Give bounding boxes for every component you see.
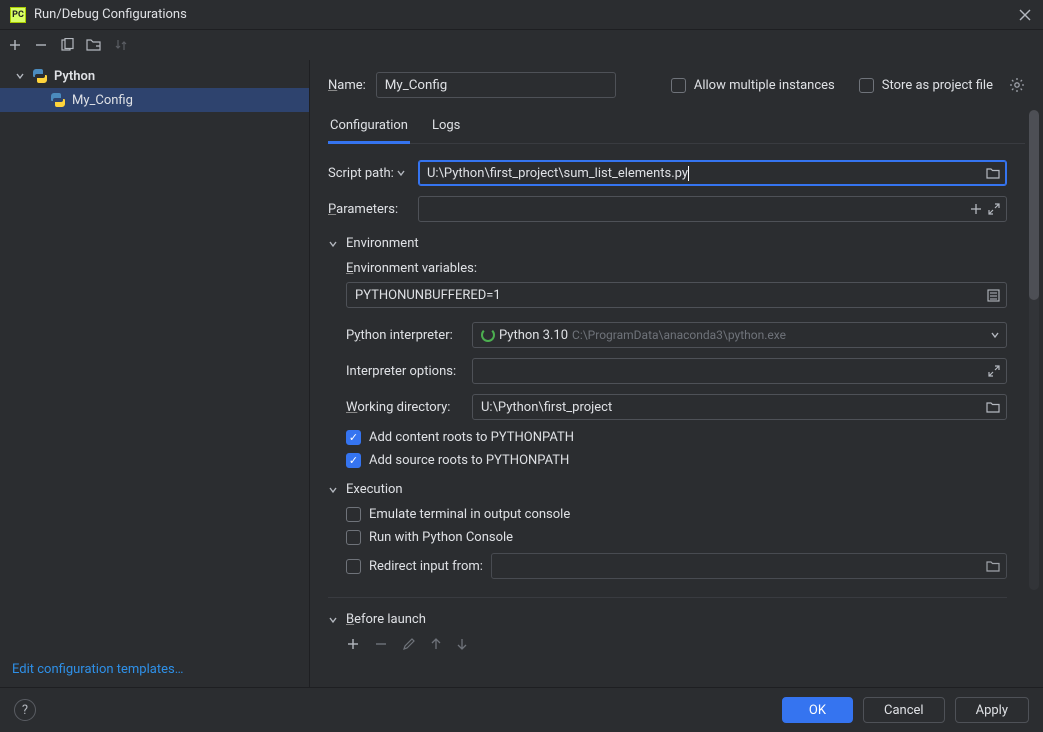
- ok-button[interactable]: OK: [782, 697, 853, 723]
- content-area: Name: Allow multiple instances Store as …: [310, 60, 1043, 687]
- window-title: Run/Debug Configurations: [34, 7, 187, 22]
- folder-icon[interactable]: [986, 560, 1000, 572]
- save-folder-icon[interactable]: [86, 38, 102, 52]
- checkbox-icon[interactable]: [346, 507, 361, 522]
- tree-item-label: My_Config: [72, 93, 133, 108]
- checkbox-icon[interactable]: [346, 530, 361, 545]
- tree-item-my-config[interactable]: My_Config: [0, 88, 309, 112]
- env-vars-label: Environment variables:: [346, 261, 1007, 276]
- tree-category-label: Python: [54, 69, 95, 84]
- add-icon[interactable]: [8, 38, 22, 52]
- close-icon[interactable]: [1017, 7, 1033, 23]
- interp-options-label: Interpreter options:: [346, 364, 472, 379]
- emulate-terminal-check[interactable]: Emulate terminal in output console: [346, 507, 1007, 522]
- redirect-input-check[interactable]: Redirect input from:: [346, 559, 483, 574]
- apply-button[interactable]: Apply: [955, 697, 1029, 723]
- folder-icon[interactable]: [986, 167, 1000, 179]
- env-vars-input[interactable]: PYTHONUNBUFFERED=1: [346, 282, 1007, 308]
- chevron-down-icon: [990, 330, 1000, 340]
- name-label: Name:: [328, 78, 366, 93]
- scrollbar-thumb[interactable]: [1029, 110, 1039, 300]
- run-python-console-check[interactable]: Run with Python Console: [346, 530, 1007, 545]
- python-icon: [32, 68, 48, 84]
- add-icon[interactable]: [346, 637, 360, 651]
- tabs: Configuration Logs: [328, 110, 1025, 144]
- separator: [328, 597, 1007, 598]
- sort-icon: [114, 38, 128, 52]
- python-interp-label: Python interpreter:: [346, 328, 472, 343]
- script-path-label: Script path:: [328, 166, 410, 181]
- gear-icon[interactable]: [1009, 77, 1025, 93]
- tab-logs[interactable]: Logs: [430, 110, 462, 143]
- allow-multiple-check[interactable]: Allow multiple instances: [671, 78, 835, 93]
- add-icon[interactable]: [970, 203, 982, 215]
- folder-icon[interactable]: [986, 401, 1000, 413]
- remove-icon[interactable]: [34, 38, 48, 52]
- chevron-down-icon: [14, 71, 26, 81]
- environment-section-header[interactable]: Environment: [328, 236, 1007, 251]
- arrow-up-icon: [430, 637, 442, 651]
- loading-icon: [481, 328, 495, 342]
- edit-icon: [402, 637, 416, 651]
- arrow-down-icon: [456, 637, 468, 651]
- checkbox-icon[interactable]: [671, 78, 686, 93]
- checkbox-icon[interactable]: [346, 453, 361, 468]
- chevron-down-icon: [328, 615, 338, 625]
- add-content-roots-check[interactable]: Add content roots to PYTHONPATH: [346, 430, 1007, 445]
- app-icon: PC: [10, 7, 26, 23]
- bottom-bar: ? OK Cancel Apply: [0, 687, 1043, 732]
- chevron-down-icon: [328, 485, 338, 495]
- expand-icon[interactable]: [988, 365, 1000, 377]
- cancel-button[interactable]: Cancel: [863, 697, 945, 723]
- add-source-roots-check[interactable]: Add source roots to PYTHONPATH: [346, 453, 1007, 468]
- parameters-input[interactable]: [418, 196, 1007, 222]
- parameters-label: Parameters:: [328, 202, 410, 217]
- redirect-input-field[interactable]: [491, 553, 1007, 579]
- chevron-down-icon: [328, 239, 338, 249]
- python-icon: [50, 92, 66, 108]
- checkbox-icon[interactable]: [346, 559, 361, 574]
- before-launch-header[interactable]: Before launch: [328, 612, 1007, 627]
- working-dir-input[interactable]: U:\Python\first_project: [472, 394, 1007, 420]
- tab-configuration[interactable]: Configuration: [328, 110, 410, 143]
- tree-category-python[interactable]: Python: [0, 64, 309, 88]
- script-path-input[interactable]: U:\Python\first_project\sum_list_element…: [418, 160, 1007, 186]
- edit-templates-link[interactable]: Edit configuration templates…: [12, 662, 183, 677]
- titlebar: PC Run/Debug Configurations: [0, 0, 1043, 30]
- help-button[interactable]: ?: [14, 699, 36, 721]
- list-icon[interactable]: [987, 289, 1000, 302]
- chevron-down-icon[interactable]: [396, 168, 406, 178]
- working-dir-label: Working directory:: [346, 400, 472, 415]
- checkbox-icon[interactable]: [859, 78, 874, 93]
- copy-icon[interactable]: [60, 38, 74, 52]
- checkbox-icon[interactable]: [346, 430, 361, 445]
- expand-icon[interactable]: [988, 203, 1000, 215]
- interp-options-input[interactable]: [472, 358, 1007, 384]
- scrollbar[interactable]: [1029, 110, 1039, 590]
- remove-icon: [374, 637, 388, 651]
- config-toolbar: [0, 30, 1043, 60]
- config-sidebar: Python My_Config Edit configuration temp…: [0, 60, 310, 687]
- name-input[interactable]: [376, 72, 616, 98]
- execution-section-header[interactable]: Execution: [328, 482, 1007, 497]
- python-interp-select[interactable]: Python 3.10 C:\ProgramData\anaconda3\pyt…: [472, 322, 1007, 348]
- store-as-file-check[interactable]: Store as project file: [859, 78, 993, 93]
